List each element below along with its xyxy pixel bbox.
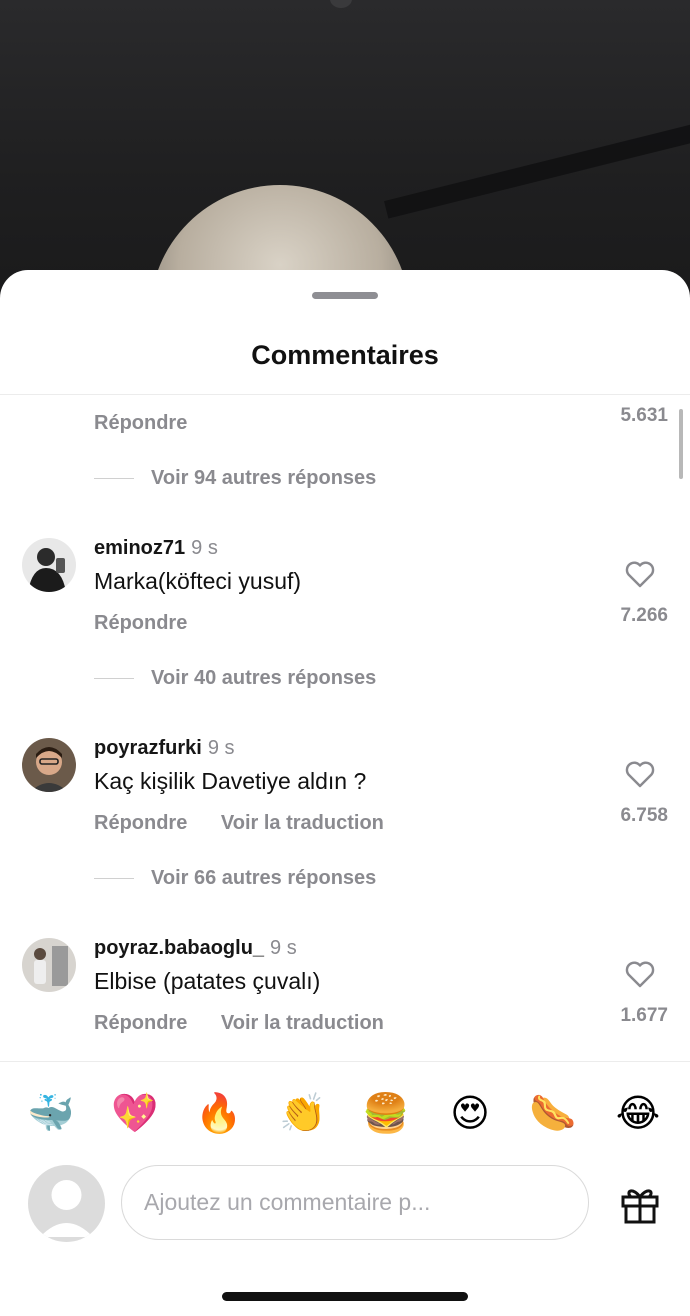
reply-row: Répondre <box>94 412 215 435</box>
comment-text: Marka(köfteci yusuf) <box>94 568 302 594</box>
comment-time: 9 s <box>191 537 218 559</box>
backdrop-ceiling-beam <box>384 99 690 219</box>
reply-row: Répondre Voir la traduction <box>94 812 412 835</box>
avatar-photo <box>22 738 76 792</box>
view-more-replies-label: Voir 40 autres réponses <box>151 666 377 689</box>
sheet-title: Commentaires <box>251 340 439 370</box>
comment-username[interactable]: poyraz.babaoglu_ 9 s <box>94 937 297 960</box>
translate-button[interactable]: Voir la traduction <box>221 812 384 834</box>
username[interactable]: poyrazfurki <box>94 737 202 759</box>
reply-button[interactable]: Répondre <box>94 412 187 434</box>
thread-line <box>94 877 134 879</box>
like-count: 7.266 <box>620 605 668 626</box>
emoji-burger[interactable]: 🍔 <box>361 1088 411 1138</box>
emoji-quick-bar: 🐳 💖 🔥 👏 🍔 😍 🌭 😂 <box>0 1088 690 1138</box>
emoji-clap[interactable]: 👏 <box>278 1088 328 1138</box>
reply-button[interactable]: Répondre <box>94 612 187 634</box>
heart-outline-icon[interactable] <box>624 759 656 789</box>
thread-line <box>94 677 134 679</box>
gift-icon[interactable] <box>619 1183 661 1225</box>
emoji-whale[interactable]: 🐳 <box>26 1088 76 1138</box>
avatar-photo <box>22 938 76 992</box>
avatar[interactable] <box>22 738 76 792</box>
emoji-fire[interactable]: 🔥 <box>194 1088 244 1138</box>
backdrop-shape <box>330 0 352 8</box>
like-count: 6.758 <box>620 805 668 826</box>
emoji-heart[interactable]: 💖 <box>110 1088 160 1138</box>
view-more-replies[interactable]: Voir 40 autres réponses <box>94 665 376 691</box>
comment-time: 9 s <box>270 937 297 959</box>
sheet-grabber[interactable] <box>312 292 378 299</box>
comment-list[interactable]: Répondre 5.631 Voir 94 autres réponses e… <box>0 395 690 1061</box>
view-more-replies[interactable]: Voir 94 autres réponses <box>94 465 376 491</box>
heart-outline-icon[interactable] <box>624 959 656 989</box>
reply-button[interactable]: Répondre <box>94 812 187 834</box>
heart-outline-icon[interactable] <box>624 559 656 589</box>
emoji-heart-eyes[interactable]: 😍 <box>445 1088 495 1138</box>
comment-username[interactable]: eminoz71 9 s <box>94 537 218 560</box>
comment-username[interactable]: poyrazfurki 9 s <box>94 737 235 760</box>
reply-row: Répondre <box>94 612 215 635</box>
avatar[interactable] <box>22 938 76 992</box>
comment-time: 9 s <box>207 737 235 759</box>
scrollbar[interactable] <box>679 409 683 479</box>
view-more-replies-label: Voir 66 autres réponses <box>151 866 377 889</box>
avatar[interactable] <box>22 538 76 592</box>
reply-row: Répondre Voir la traduction <box>94 1012 412 1035</box>
like-count: 5.631 <box>620 405 668 426</box>
avatar-photo <box>22 538 76 592</box>
emoji-laughing[interactable]: 😂 <box>613 1088 663 1138</box>
reply-button[interactable]: Répondre <box>94 1012 187 1034</box>
view-more-replies-label: Voir 94 autres réponses <box>151 466 377 489</box>
thread-line <box>94 477 134 479</box>
comments-sheet: Commentaires Répondre 5.631 Voir 94 autr… <box>0 270 690 1316</box>
like-count: 1.677 <box>620 1005 668 1026</box>
emoji-hotdog[interactable]: 🌭 <box>528 1088 578 1138</box>
default-avatar-icon[interactable] <box>28 1165 105 1242</box>
video-backdrop <box>0 0 690 300</box>
view-more-replies[interactable]: Voir 66 autres réponses <box>94 865 376 891</box>
username[interactable]: eminoz71 <box>94 537 185 559</box>
username[interactable]: poyraz.babaoglu_ <box>94 937 264 959</box>
divider <box>0 1061 690 1062</box>
comment-text: Elbise (patates çuvalı) <box>94 968 321 994</box>
translate-button[interactable]: Voir la traduction <box>221 1012 384 1034</box>
comment-text: Kaç kişilik Davetiye aldın ? <box>94 768 367 794</box>
default-avatar-silhouette <box>40 1180 93 1237</box>
home-indicator <box>222 1292 468 1301</box>
comment-input[interactable] <box>121 1165 589 1240</box>
